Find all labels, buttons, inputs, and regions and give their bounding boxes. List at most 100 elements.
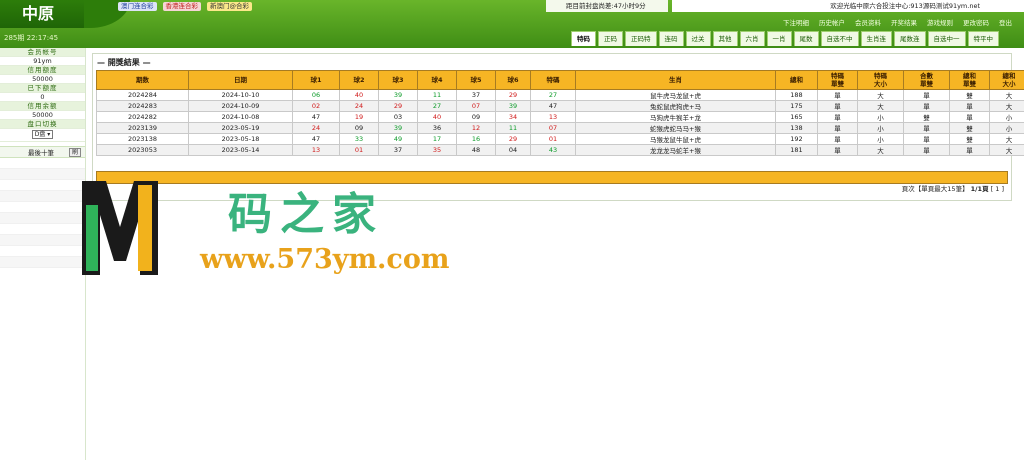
zodiac-cell: 蛇猴虎蛇马马+猴 xyxy=(575,122,776,134)
lottery-tab-macau[interactable]: 澳门连合彩 xyxy=(118,2,157,11)
used-value: 0 xyxy=(0,93,85,102)
ball-cell: 07 xyxy=(456,100,496,112)
lottery-tab-new-macau[interactable]: 新澳门@合彩 xyxy=(207,2,252,11)
period-cell: 2024284 xyxy=(96,89,189,101)
tab-self-select-hit[interactable]: 自选中一 xyxy=(927,31,966,46)
special-big-small-cell: 大 xyxy=(857,89,904,101)
tab-regular[interactable]: 正码 xyxy=(598,31,623,46)
sum-big-small-cell: 大 xyxy=(989,133,1024,145)
sum-odd-even-cell: 雙 xyxy=(949,122,990,134)
ball-cell: 29 xyxy=(495,133,531,145)
special-odd-even-cell: 單 xyxy=(817,133,858,145)
account-value: 91ym xyxy=(0,57,85,66)
result-row: 2023053 2023-05-14 13 01 37 35 48 04 43 龙龙龙马蛇羊+猴 1… xyxy=(96,144,1024,156)
ball-cell: 36 xyxy=(417,122,457,134)
ball-cell: 02 xyxy=(292,100,340,112)
menu-logout[interactable]: 登出 xyxy=(999,17,1012,27)
recent-bet-row xyxy=(0,213,85,224)
tab-combo[interactable]: 连码 xyxy=(658,31,684,46)
sum-odd-even-cell: 雙 xyxy=(949,89,990,101)
ball-cell: 33 xyxy=(339,133,379,145)
lottery-switcher: 澳门连合彩 香港连合彩 新澳门@合彩 xyxy=(118,2,252,11)
recent-bets-header: 最後十筆 刷 xyxy=(0,146,85,158)
special-odd-even-cell: 單 xyxy=(817,122,858,134)
tab-special-flat[interactable]: 特平中 xyxy=(967,31,999,46)
sum-cell: 192 xyxy=(775,133,818,145)
pager-pages: 1/1頁 xyxy=(970,185,989,193)
tab-self-select-miss[interactable]: 自选不中 xyxy=(820,31,859,46)
zodiac-cell: 鼠牛虎马龙鼠+虎 xyxy=(575,89,776,101)
tab-zodiac-combo[interactable]: 生肖连 xyxy=(860,31,892,46)
pager-info: 頁次【單頁最大15筆】 xyxy=(901,185,969,193)
refresh-button[interactable]: 刷 xyxy=(68,148,81,157)
chevron-down-icon: ▾ xyxy=(47,131,51,138)
sum-cell: 175 xyxy=(775,100,818,112)
column-header: 生肖 xyxy=(575,70,776,90)
ball-cell: 24 xyxy=(292,122,340,134)
tab-parlay[interactable]: 过关 xyxy=(685,31,711,46)
ball-cell: 12 xyxy=(456,122,496,134)
special-odd-even-cell: 單 xyxy=(817,144,858,156)
pager-page-link[interactable]: [ 1 ] xyxy=(991,185,1004,193)
odds-switch-value: D盘 xyxy=(34,131,46,138)
special-big-small-cell: 大 xyxy=(857,144,904,156)
ball-cell: 19 xyxy=(339,111,379,123)
switch-row: D盘 ▾ xyxy=(0,129,85,142)
menu-rules[interactable]: 游戏规则 xyxy=(927,17,953,27)
column-header: 球3 xyxy=(378,70,418,90)
tab-regular-special[interactable]: 正码特 xyxy=(625,31,657,46)
sum-odd-even-cell: 單 xyxy=(949,144,990,156)
special-big-small-cell: 小 xyxy=(857,111,904,123)
tab-six-zodiac[interactable]: 六肖 xyxy=(739,31,765,46)
period-cell: 2024282 xyxy=(96,111,189,123)
special-number-cell: 27 xyxy=(530,89,576,101)
ball-cell: 47 xyxy=(292,111,340,123)
tab-tail-combo[interactable]: 尾数连 xyxy=(894,31,926,46)
column-header: 球6 xyxy=(495,70,531,90)
special-odd-even-cell: 單 xyxy=(817,89,858,101)
lottery-tab-hongkong[interactable]: 香港连合彩 xyxy=(162,2,201,11)
results-header-row: 期数 日期 球1 球2 球3 球4 球5 球6 特碼 生肖 總和 特碼 單雙 特碼 大小 合數 單雙 總和 單雙 總和… xyxy=(96,70,1024,90)
column-header: 總和 xyxy=(775,70,818,90)
account-menu: 下注明细 历史帐户 会员资料 开奖结果 游戏规则 更改密码 登出 xyxy=(783,17,1012,27)
combined-odd-even-cell: 雙 xyxy=(903,111,950,123)
ball-cell: 39 xyxy=(378,89,418,101)
menu-member-info[interactable]: 会员资料 xyxy=(855,17,881,27)
column-header: 總和 單雙 xyxy=(949,70,990,90)
special-big-small-cell: 小 xyxy=(857,122,904,134)
special-big-small-cell: 小 xyxy=(857,133,904,145)
tab-one-zodiac[interactable]: 一肖 xyxy=(766,31,792,46)
ball-cell: 06 xyxy=(292,89,340,101)
tab-tail[interactable]: 尾数 xyxy=(793,31,819,46)
site-logo: 中原 xyxy=(0,0,84,28)
menu-history[interactable]: 历史帐户 xyxy=(819,17,845,27)
ball-cell: 09 xyxy=(456,111,496,123)
menu-results[interactable]: 开奖结果 xyxy=(891,17,917,27)
result-row: 2024282 2024-10-08 47 19 03 40 09 34 13 马狗虎牛猴羊+龙 1… xyxy=(96,111,1024,123)
menu-bet-details[interactable]: 下注明细 xyxy=(783,17,809,27)
recent-bet-row xyxy=(0,202,85,213)
balance-value: 50000 xyxy=(0,111,85,120)
sum-big-small-cell: 小 xyxy=(989,122,1024,134)
date-cell: 2023-05-19 xyxy=(188,122,293,134)
result-row: 2023138 2023-05-18 47 33 49 17 16 29 01 马猴龙鼠牛鼠+虎 1… xyxy=(96,133,1024,145)
ball-cell: 13 xyxy=(292,144,340,156)
menu-change-password[interactable]: 更改密码 xyxy=(963,17,989,27)
ball-cell: 37 xyxy=(378,144,418,156)
column-header: 日期 xyxy=(188,70,293,90)
date-cell: 2024-10-10 xyxy=(188,89,293,101)
ball-cell: 03 xyxy=(378,111,418,123)
combined-odd-even-cell: 單 xyxy=(903,89,950,101)
tab-special[interactable]: 特码 xyxy=(571,31,596,46)
column-header: 球5 xyxy=(456,70,496,90)
special-odd-even-cell: 單 xyxy=(817,100,858,112)
ball-cell: 37 xyxy=(456,89,496,101)
odds-switch-select[interactable]: D盘 ▾ xyxy=(31,130,54,139)
ball-cell: 47 xyxy=(292,133,340,145)
recent-bet-row xyxy=(0,180,85,191)
result-row: 2023139 2023-05-19 24 09 39 36 12 11 07 蛇猴虎蛇马马+猴 1… xyxy=(96,122,1024,134)
account-sidebar: 会员帐号 91ym 信用额度 50000 已下额度 0 信用余额 50000 盘… xyxy=(0,48,86,460)
tab-other[interactable]: 其他 xyxy=(712,31,738,46)
ball-cell: 35 xyxy=(417,144,457,156)
sum-big-small-cell: 大 xyxy=(989,100,1024,112)
